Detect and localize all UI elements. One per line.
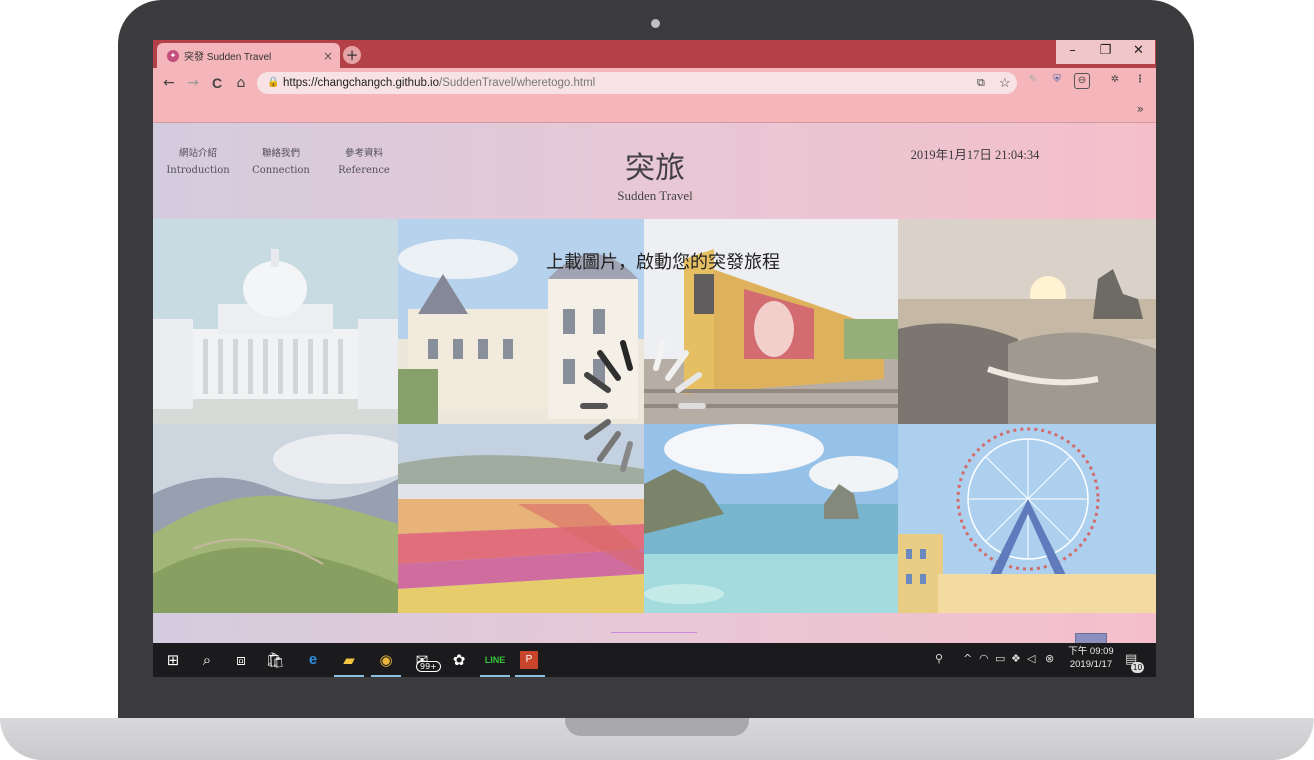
back-button[interactable]: ← xyxy=(159,73,179,93)
nav-connection-en: Connection xyxy=(252,165,310,176)
translate-icon[interactable]: ⧉ xyxy=(977,72,985,94)
extension-feather-icon[interactable]: ✎ xyxy=(1026,73,1040,87)
active-indicator xyxy=(371,675,401,677)
people-icon[interactable]: ⚲ xyxy=(935,652,943,665)
photo-coast-sunset xyxy=(898,219,1156,424)
site-subtitle: Sudden Travel xyxy=(617,188,693,203)
file-explorer-icon[interactable]: ▰ xyxy=(338,649,360,671)
footer-divider xyxy=(611,632,697,633)
ime-icon[interactable]: ⊗ xyxy=(1045,652,1054,665)
forward-button[interactable]: → xyxy=(183,73,203,93)
volume-icon[interactable]: ◁ xyxy=(1027,652,1035,665)
extension-window-icon[interactable]: ⊖ xyxy=(1074,73,1090,89)
windows-start-icon[interactable]: ⊞ xyxy=(162,649,184,671)
extension-shield-icon[interactable]: ⛨ xyxy=(1050,73,1064,87)
loading-spinner-icon xyxy=(580,340,706,472)
web-page: 網站介紹 Introduction 聯絡我們 Connection 參考資料 R… xyxy=(153,123,1156,647)
nav-introduction[interactable]: 網站介紹 Introduction xyxy=(158,145,238,176)
tab-close-icon[interactable]: × xyxy=(320,49,336,63)
nav-connection-zh: 聯絡我們 xyxy=(261,148,300,159)
photo-museum xyxy=(153,219,398,424)
taskbar-time: 下午 09:09 xyxy=(1068,646,1114,657)
wechat-icon[interactable]: ✿ xyxy=(448,649,470,671)
dropbox-icon[interactable]: ❖ xyxy=(1011,652,1021,665)
lock-icon: 🔒 xyxy=(267,77,280,88)
reload-button[interactable]: C xyxy=(207,73,227,93)
bookmark-star-icon[interactable]: ☆ xyxy=(999,72,1011,94)
active-indicator xyxy=(480,675,510,677)
browser-toolbar: ← → C ⌂ 🔒 https://changchangch.github.io… xyxy=(153,68,1156,98)
current-datetime: 2019年1月17日 21:04:34 xyxy=(910,148,1040,162)
address-bar[interactable]: 🔒 https://changchangch.github.io/SuddenT… xyxy=(257,72,1017,94)
webcam xyxy=(651,19,660,28)
mail-badge: 99+ xyxy=(416,661,441,672)
windows-taskbar: ⊞ ⌕ ⧈ 🛍 e ▰ ◉ ✉ 99+ ✿ LINE P ⚲ ^ ◠ ▭ ❖ ◁… xyxy=(153,643,1156,677)
site-title: 突旅 xyxy=(625,151,685,186)
photo-mountains xyxy=(153,424,398,613)
nav-introduction-en: Introduction xyxy=(166,165,230,176)
menu-icon[interactable]: ⋮ xyxy=(1133,73,1147,87)
photo-ferris-wheel xyxy=(898,424,1156,613)
url-text: https://changchangch.github.io/SuddenTra… xyxy=(283,77,596,89)
site-favicon-icon: ✦ xyxy=(167,49,179,62)
maximize-button[interactable]: ❐ xyxy=(1089,40,1122,64)
home-button[interactable]: ⌂ xyxy=(231,73,251,93)
search-icon[interactable]: ⌕ xyxy=(196,649,218,671)
line-icon[interactable]: LINE xyxy=(484,649,506,671)
task-view-icon[interactable]: ⧈ xyxy=(230,649,252,671)
nav-reference-zh: 參考資料 xyxy=(344,148,383,159)
nav-reference-en: Reference xyxy=(338,165,390,176)
active-indicator xyxy=(515,675,545,677)
notification-badge: 10 xyxy=(1131,662,1144,673)
powerpoint-icon[interactable]: P xyxy=(520,651,538,669)
nav-introduction-zh: 網站介紹 xyxy=(178,148,217,159)
screen: ✦ 突發 Sudden Travel × + – ❐ ✕ ← → C ⌂ 🔒 h… xyxy=(153,40,1156,677)
store-icon[interactable]: 🛍 xyxy=(264,649,286,671)
taskbar-date: 2019/1/17 xyxy=(1069,659,1113,670)
tab-bar: ✦ 突發 Sudden Travel × + – ❐ ✕ xyxy=(153,40,1156,68)
extension-puzzle-icon[interactable]: ✲ xyxy=(1108,73,1122,87)
chrome-icon[interactable]: ◉ xyxy=(375,649,397,671)
laptop-notch xyxy=(565,718,749,736)
edge-icon[interactable]: e xyxy=(302,649,324,671)
new-tab-button[interactable]: + xyxy=(343,46,361,64)
bookmarks-overflow-icon[interactable]: » xyxy=(1137,102,1144,116)
minimize-button[interactable]: – xyxy=(1056,40,1089,64)
upload-prompt[interactable]: 上載圖片，啟動您的突發旅程 xyxy=(503,248,823,274)
active-indicator xyxy=(334,675,364,677)
close-window-button[interactable]: ✕ xyxy=(1122,40,1155,64)
nav-connection[interactable]: 聯絡我們 Connection xyxy=(241,145,321,176)
bookmarks-bar: » xyxy=(153,98,1156,123)
wifi-icon[interactable]: ◠ xyxy=(979,652,989,665)
nav-reference[interactable]: 參考資料 Reference xyxy=(324,145,404,176)
taskbar-clock[interactable]: 下午 09:09 2019/1/17 xyxy=(1063,645,1119,671)
tab-title: 突發 Sudden Travel xyxy=(184,52,272,63)
battery-icon[interactable]: ▭ xyxy=(995,652,1005,665)
browser-tab[interactable]: ✦ 突發 Sudden Travel × xyxy=(157,43,340,68)
tray-expand-icon[interactable]: ^ xyxy=(963,652,972,665)
